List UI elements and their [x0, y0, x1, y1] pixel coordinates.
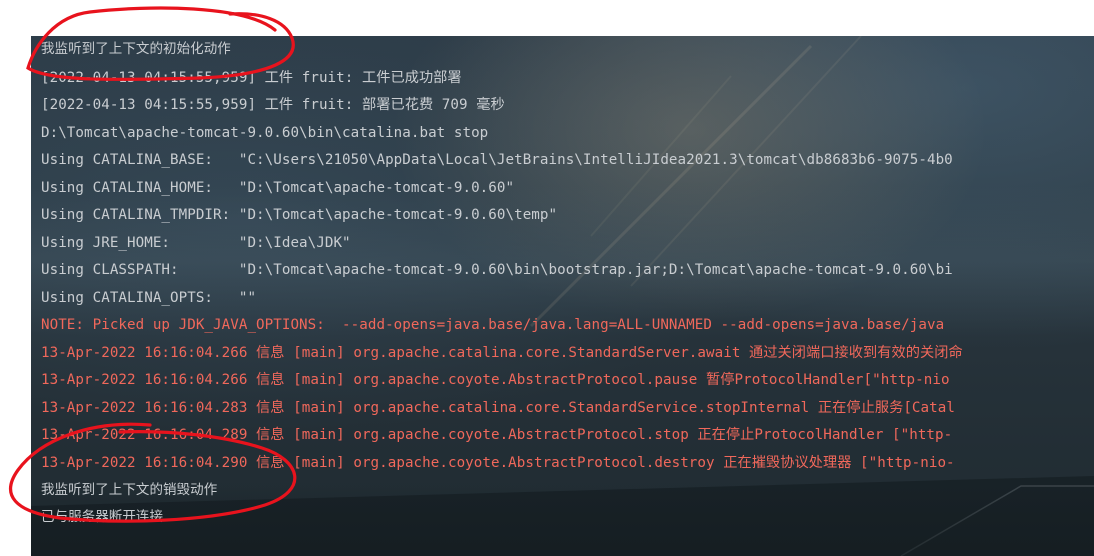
annotation-circle-top: [26, 6, 295, 82]
hand-drawn-annotations: [9, 6, 297, 523]
annotation-circle-bottom: [9, 422, 297, 523]
